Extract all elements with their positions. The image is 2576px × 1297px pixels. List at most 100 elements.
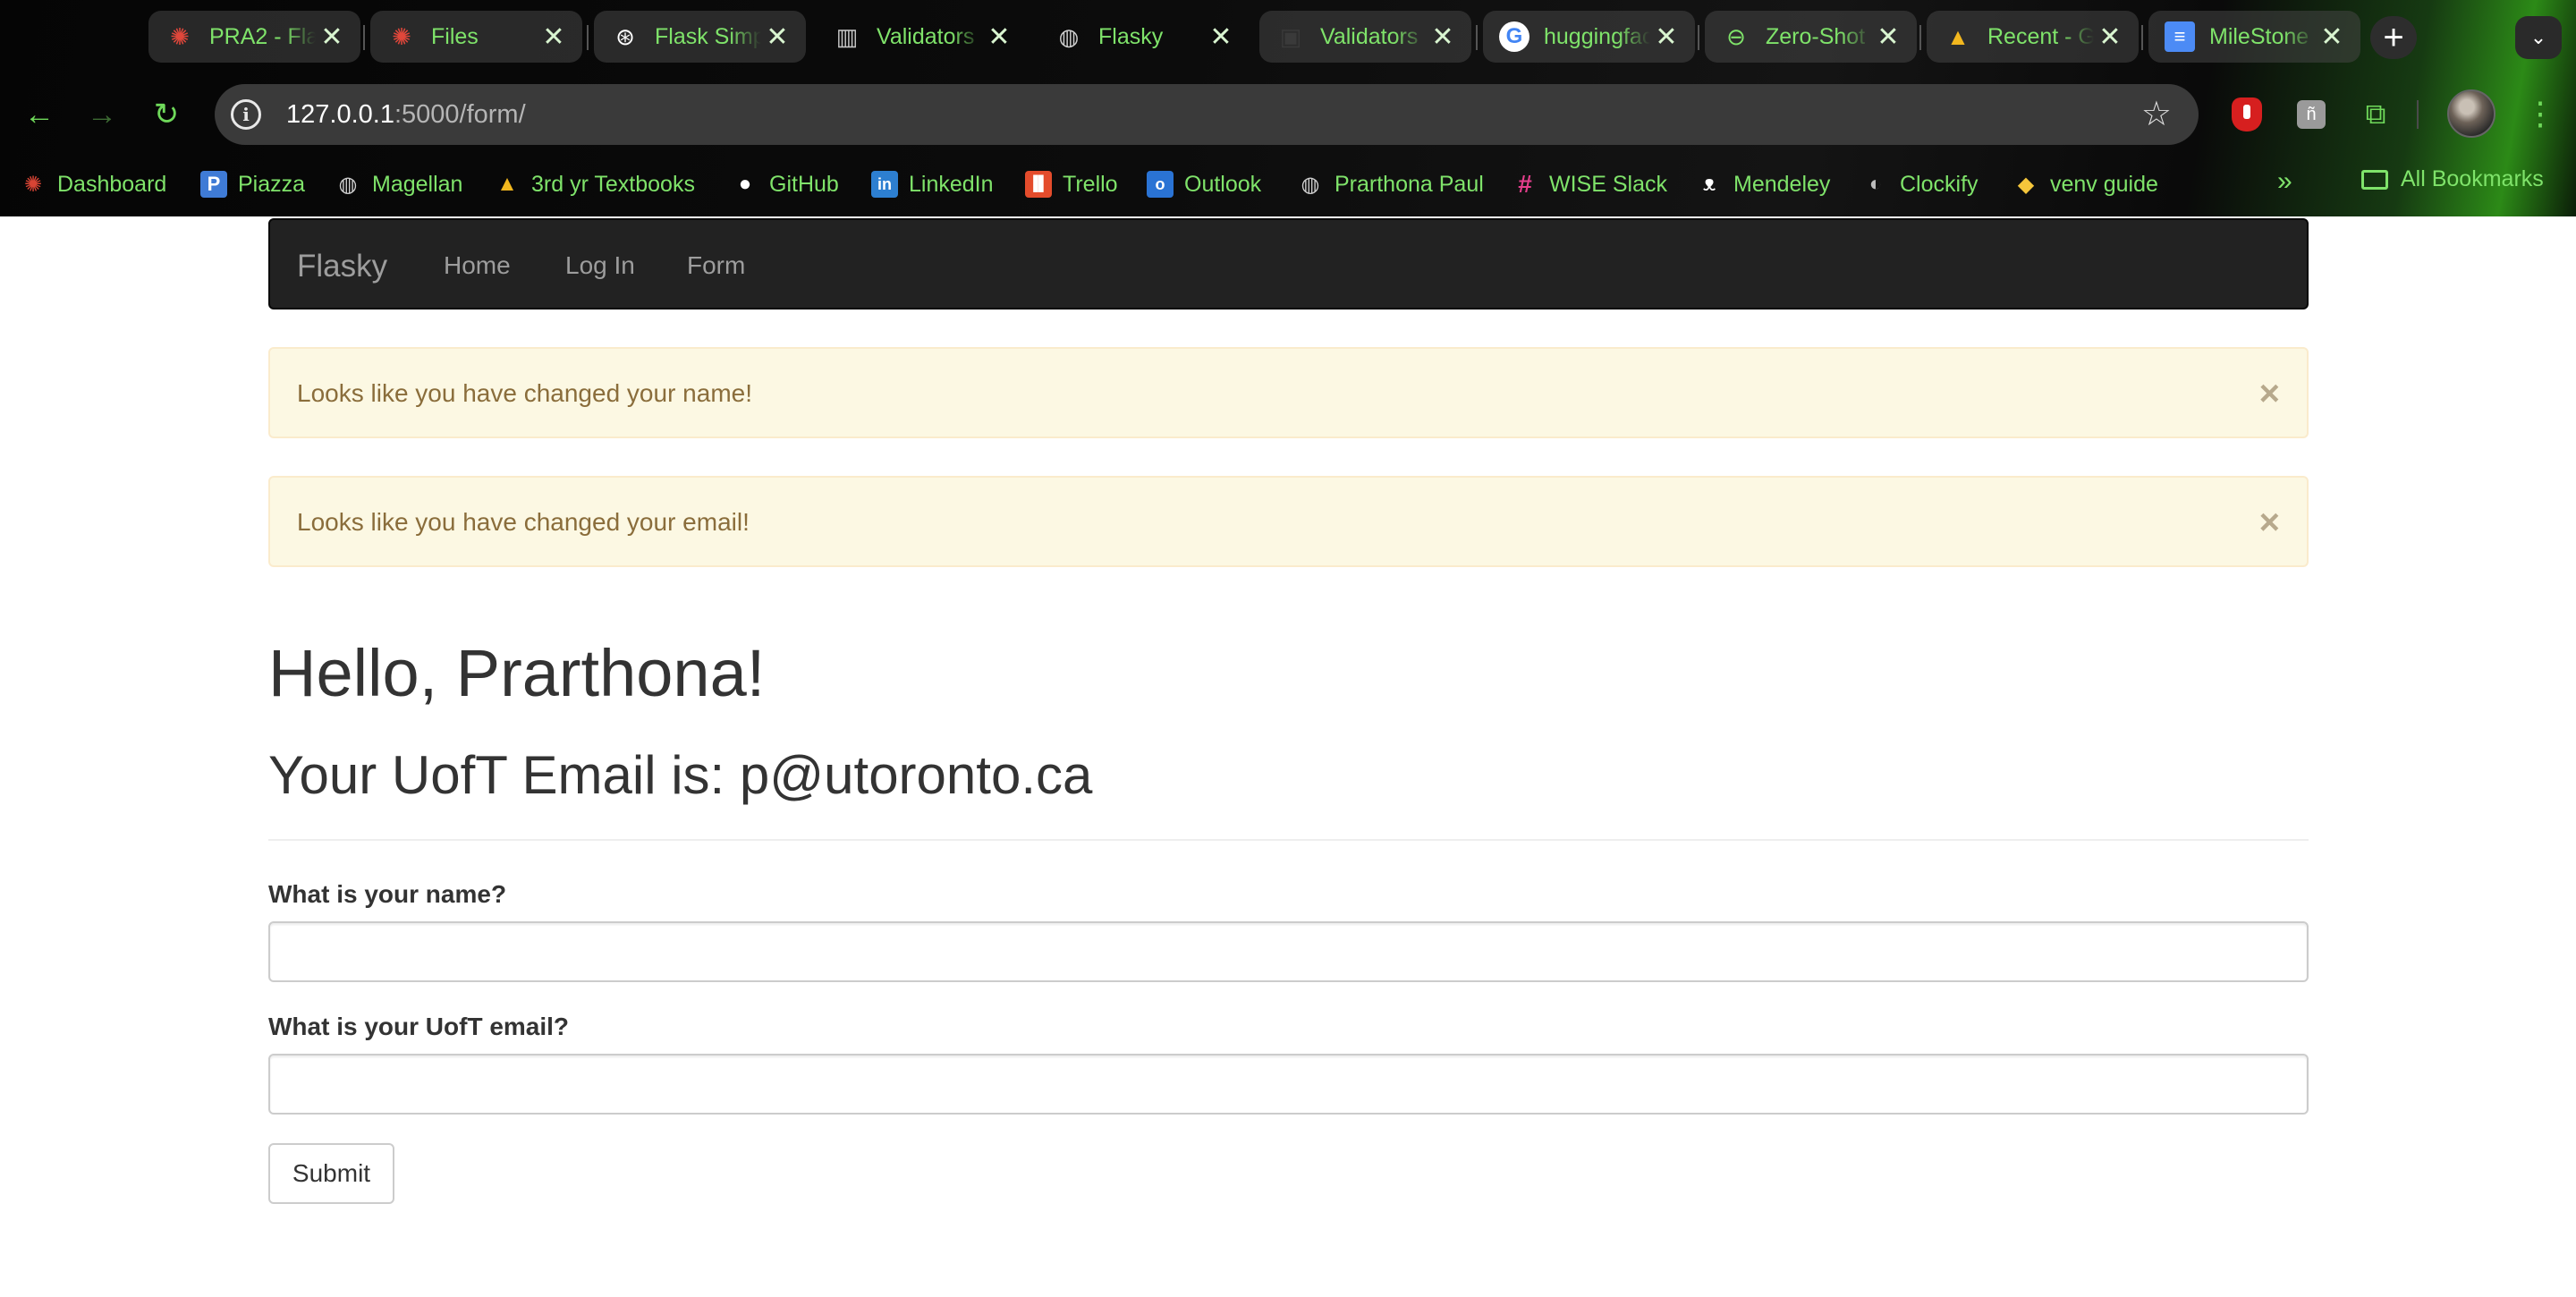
extension-icon[interactable]: ñ [2292,95,2331,134]
drive-icon: ▲ [496,172,518,196]
globe-icon: ◍ [1301,172,1320,197]
tab-recent-drive[interactable]: ▲ Recent - Google Drive ✕ [1927,11,2139,63]
email-heading: Your UofT Email is: p@utoronto.ca [268,745,1093,805]
bookmark-label: 3rd yr Textbooks [531,171,695,197]
close-icon[interactable]: ✕ [316,21,348,53]
close-icon[interactable]: ✕ [1427,21,1459,53]
back-arrow-icon[interactable]: ← [18,93,61,136]
tab-pra2[interactable]: ✺ PRA2 - Flask ✕ [148,11,360,63]
tab-separator [1698,25,1699,50]
address-url[interactable]: 127.0.0.1:5000/form/ [286,100,526,130]
tab-flasky[interactable]: ◍ Flasky ✕ [1038,11,1250,63]
reload-icon[interactable]: ↻ [145,93,188,136]
tab-title: Zero-Shot [1766,23,1866,49]
site-info-icon[interactable]: i [231,99,261,130]
site-navbar: Flasky Home Log In Form [268,218,2309,309]
url-host: 127.0.0.1 [286,99,394,129]
outlook-icon: o [1147,171,1174,198]
globe-icon: ◍ [1058,22,1080,50]
flash-alert: Looks like you have changed your email! … [268,476,2309,567]
tab-separator [587,25,589,50]
bookmark-label: Prarthona Paul [1335,171,1484,197]
close-icon[interactable]: ✕ [1205,21,1237,53]
linkedin-icon: in [871,171,898,198]
all-bookmarks-label: All Bookmarks [2401,166,2544,191]
openai-icon: ⊛ [615,22,635,50]
bookmark-wise-slack[interactable]: # WISE Slack [1512,166,1667,202]
close-icon[interactable]: ✕ [1650,21,1682,53]
url-path: :5000/form/ [394,99,526,129]
bookmark-clockify[interactable]: ◐ Clockify [1862,166,1979,202]
tab-milestone[interactable]: ≡ MileStone ✕ [2148,11,2360,63]
bookmark-magellan[interactable]: ◍ Magellan [335,166,463,202]
nav-link-login[interactable]: Log In [565,251,635,280]
globe-icon: ◍ [338,172,358,197]
nav-link-form[interactable]: Form [687,251,745,280]
tab-separator [2141,25,2143,50]
browser-toolbar: ← → ↻ i 127.0.0.1:5000/form/ ☆ ñ ⧉ ⋮ [0,73,2576,156]
bookmark-trello[interactable]: ▐▌ Trello [1025,166,1118,202]
close-icon[interactable]: ✕ [2316,21,2348,53]
bookmark-linkedin[interactable]: in LinkedIn [871,166,994,202]
new-tab-button[interactable]: + [2370,16,2417,59]
bookmark-textbooks[interactable]: ▲ 3rd yr Textbooks [494,166,695,202]
tab-search-button[interactable]: ⌄ [2515,16,2562,59]
tab-files[interactable]: ✺ Files ✕ [370,11,582,63]
close-icon[interactable]: ✕ [2094,21,2126,53]
nav-link-home[interactable]: Home [444,251,511,280]
close-icon[interactable]: ✕ [983,21,1015,53]
address-bar[interactable]: i 127.0.0.1:5000/form/ ☆ [215,84,2199,145]
bookmark-label: Magellan [372,171,463,197]
adblock-extension-icon[interactable] [2227,95,2267,134]
tab-title: Recent - Google Drive [1987,23,2094,49]
tab-title: PRA2 - Flask [209,23,316,49]
divider [268,839,2309,841]
bookmark-label: Piazza [238,171,306,197]
close-icon[interactable]: ✕ [1872,21,1904,53]
bookmark-star-icon[interactable]: ☆ [2141,97,2172,132]
close-icon[interactable]: ✕ [761,21,793,53]
bookmarks-overflow-icon[interactable]: » [2277,166,2292,197]
greeting-heading: Hello, Prarthona! [268,636,766,710]
bookmark-dashboard[interactable]: ✺ Dashboard [20,166,166,202]
submit-button[interactable]: Submit [268,1143,394,1204]
bookmark-mendeley[interactable]: ᴥ Mendeley [1696,166,1831,202]
tab-title: huggingface [1544,23,1650,49]
page-content: Flasky Home Log In Form Looks like you h… [0,216,2576,1297]
gdocs-icon: ≡ [2165,21,2195,52]
profile-avatar[interactable] [2447,89,2496,138]
bookmark-github[interactable]: ● GitHub [732,166,839,202]
canvas-icon: ✺ [392,22,411,50]
tab-title: MileStone [2209,23,2309,49]
tab-title: Validators [877,23,975,49]
piazza-icon: P [200,171,227,198]
bookmark-venv-guide[interactable]: ◆ venv guide [2012,166,2158,202]
alert-close-icon[interactable]: × [2259,504,2280,540]
all-bookmarks-button[interactable]: All Bookmarks [2361,166,2544,192]
tab-strip: ✺ PRA2 - Flask ✕ ✺ Files ✕ ⊛ Flask Simpl… [0,0,2576,73]
close-icon[interactable]: ✕ [538,21,570,53]
tab-validators[interactable]: ▥ Validators ✕ [816,11,1028,63]
tab-zero-shot[interactable]: ⊖ Zero-Shot ✕ [1705,11,1917,63]
tab-title: Files [431,23,479,49]
bookmark-outlook[interactable]: o Outlook [1147,166,1261,202]
forward-arrow-icon[interactable]: → [80,93,123,136]
tab-huggingface[interactable]: G huggingface ✕ [1483,11,1695,63]
bookmarks-bar: ✺ Dashboard P Piazza ◍ Magellan ▲ 3rd yr Tex… [0,156,2576,216]
bookmark-prarthona-paul[interactable]: ◍ Prarthona Paul [1297,166,1484,202]
extensions-puzzle-icon[interactable]: ⧉ [2356,95,2395,134]
flash-alert: Looks like you have changed your name! × [268,347,2309,438]
name-field[interactable] [268,921,2309,982]
tab-validators-2[interactable]: ▣ Validators ✕ [1259,11,1471,63]
toolbar-separator [2417,100,2419,129]
tab-title: Validators [1320,23,1419,49]
browser-menu-icon[interactable]: ⋮ [2522,93,2558,136]
navbar-brand[interactable]: Flasky [297,249,387,284]
bookmark-label: WISE Slack [1549,171,1667,197]
tab-title: Flask Simple [655,23,761,49]
email-field[interactable] [268,1054,2309,1115]
bookmark-label: Trello [1063,171,1118,197]
alert-close-icon[interactable]: × [2259,376,2280,411]
bookmark-piazza[interactable]: P Piazza [200,166,305,202]
tab-flask-simple[interactable]: ⊛ Flask Simple ✕ [594,11,806,63]
